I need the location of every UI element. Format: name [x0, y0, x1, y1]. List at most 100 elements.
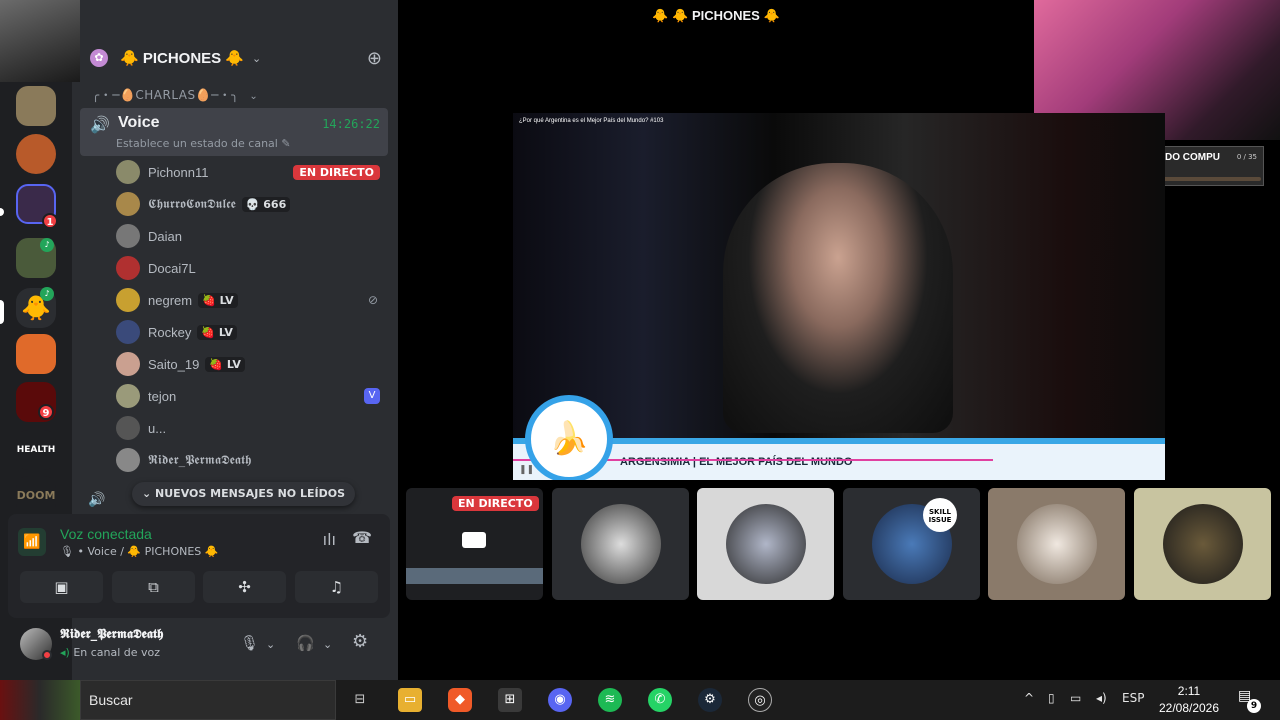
user-name[interactable]: 𝕽𝖎𝖉𝖊𝖗_𝕻𝖊𝖗𝖒𝖆𝕯𝖊𝖆𝖙𝖍	[60, 627, 163, 642]
participant-tile[interactable]	[1134, 488, 1271, 600]
volume-icon[interactable]: ◂)	[1096, 691, 1107, 705]
file-explorer-icon[interactable]: ▭	[398, 688, 422, 712]
speaker-icon: 🔊	[88, 492, 106, 508]
member-name: Saito_19	[148, 356, 200, 372]
usb-icon[interactable]: ▯	[1048, 691, 1055, 705]
screen-share-button[interactable]: ⧉	[112, 571, 195, 603]
guild-header[interactable]: ✿ 🐥 PICHONES 🐥 ⌄ ⊕	[80, 40, 396, 76]
add-user-icon[interactable]: ⊕	[367, 48, 382, 69]
chevron-down-icon[interactable]: ⌄	[252, 52, 261, 65]
participant-tile[interactable]	[697, 488, 834, 600]
banana-logo: 🍌	[525, 395, 613, 480]
search-box[interactable]: Buscar	[80, 680, 336, 720]
clock[interactable]: 2:11 22/08/2026	[1150, 683, 1228, 717]
chevron-down-icon[interactable]: ⌄	[323, 638, 332, 651]
headphones-icon[interactable]: 🎧	[296, 634, 315, 652]
language-indicator[interactable]: ESP	[1122, 691, 1144, 705]
channel-status[interactable]: Establece un estado de canal ✎	[116, 137, 291, 150]
video-title: ¿Por qué Argentina es el Mejor País del …	[519, 118, 664, 124]
voice-member[interactable]: negrem 🍓 LV ⊘	[116, 286, 388, 314]
voice-member[interactable]: Rockey 🍓 LV	[116, 318, 388, 346]
avatar	[116, 160, 140, 184]
network-icon[interactable]: ▭	[1070, 691, 1081, 705]
notification-icon[interactable]: ▤ 9	[1238, 688, 1261, 713]
video-frame	[723, 163, 953, 433]
user-status-label: En canal de voz	[73, 646, 161, 659]
member-name: Docai7L	[148, 260, 196, 276]
voice-member[interactable]: tejon V	[116, 382, 388, 410]
voice-member[interactable]: Saito_19 🍓 LV	[116, 350, 388, 378]
voice-channel[interactable]: 🔊 Voice 14:26:22 Establece un estado de …	[80, 108, 388, 156]
voice-status-title[interactable]: Voz conectada	[60, 526, 152, 542]
voice-member[interactable]: Daian	[116, 222, 388, 250]
steam-icon[interactable]: ⚙	[698, 688, 722, 712]
disconnect-icon[interactable]: ☎	[352, 528, 372, 547]
guild-boost-icon: ✿	[90, 49, 108, 67]
server-icon-doom[interactable]: DOOM	[16, 476, 56, 516]
speaker-icon: ♪	[40, 287, 54, 301]
chevron-down-icon[interactable]: ⌄	[266, 638, 275, 651]
webcam-thumbnail	[0, 680, 80, 720]
voice-member[interactable]: 𝕮𝖍𝖚𝖗𝖗𝖔𝕮𝖔𝖓𝕯𝖚𝖑𝖈𝖊 💀 666	[116, 190, 388, 218]
user-status: ◂) En canal de voz	[60, 646, 160, 659]
goal-count: 0 / 35	[1236, 153, 1257, 161]
whatsapp-icon[interactable]: ✆	[648, 688, 672, 712]
voice-member[interactable]: u...	[116, 414, 388, 442]
server-selected-indicator	[0, 300, 4, 324]
server-icon-health[interactable]: HEALTH	[16, 430, 56, 470]
participant-tile[interactable]	[988, 488, 1125, 600]
stage-title: 🐥 🐥 PICHONES 🐥	[652, 8, 780, 23]
voice-member[interactable]: Pichonn11 EN DIRECTO	[116, 158, 388, 186]
spotify-icon[interactable]: ≋	[598, 688, 622, 712]
live-badge: EN DIRECTO	[452, 496, 539, 511]
member-tag: 🍓 LV	[198, 292, 238, 308]
stream-preview	[406, 568, 543, 584]
obs-icon[interactable]: ◎	[748, 688, 772, 712]
server-indicator	[0, 208, 4, 216]
category-header[interactable]: ╭・─🥚CHARLAS🥚─・╮ ⌄	[92, 86, 258, 103]
stream-video[interactable]: ¿Por qué Argentina es el Mejor País del …	[513, 113, 1165, 480]
noise-suppression-icon[interactable]: ılı	[323, 530, 336, 549]
discord-icon[interactable]: ◉	[548, 688, 572, 712]
search-label: Buscar	[89, 692, 133, 708]
participant-tile[interactable]: SKILL ISSUE	[843, 488, 980, 600]
clock-time: 2:11	[1177, 684, 1201, 698]
member-name: u...	[148, 420, 167, 436]
channel-name: Voice	[118, 114, 160, 131]
play-pause-icon[interactable]: ❚❚	[519, 465, 534, 475]
mention-badge: 1	[42, 213, 58, 229]
member-name: tejon	[148, 388, 177, 404]
voice-member[interactable]: Docai7L	[116, 254, 388, 282]
member-name: Rockey	[148, 324, 192, 340]
server-icon[interactable]	[16, 134, 56, 174]
avatar	[116, 288, 140, 312]
soundboard-button[interactable]: ♫	[295, 571, 378, 603]
signal-icon[interactable]: 📶	[18, 528, 46, 556]
server-icon[interactable]	[16, 86, 56, 126]
webcam-overlay	[0, 0, 80, 82]
avatar	[116, 384, 140, 408]
guild-name: 🐥 PICHONES 🐥	[120, 50, 245, 67]
voice-connected-panel: 📶 Voz conectada 🎙 • Voice / 🐥 PICHONES 🐥…	[8, 514, 390, 618]
participant-tile-stream[interactable]: EN DIRECTO	[406, 488, 543, 600]
gear-icon[interactable]: ⚙	[352, 631, 368, 652]
unread-messages-pill[interactable]: ⌄ NUEVOS MENSAJES NO LEÍDOS	[132, 482, 355, 506]
clock-date: 22/08/2026	[1158, 701, 1220, 715]
notification-count: 9	[1247, 699, 1261, 713]
store-icon[interactable]: ⊞	[498, 688, 522, 712]
participant-tile[interactable]	[552, 488, 689, 600]
camera-button[interactable]: ▣	[20, 571, 103, 603]
task-view-icon[interactable]: ⊟	[348, 688, 372, 712]
tray-chevron-icon[interactable]: ^	[1024, 691, 1034, 705]
avatar	[116, 256, 140, 280]
lower-third-text: ARGENSIMIA | EL MEJOR PAÍS DEL MUNDO	[620, 456, 853, 468]
status-indicator	[42, 650, 52, 660]
member-tag: 🍓 LV	[197, 324, 237, 340]
brave-icon[interactable]: ◆	[448, 688, 472, 712]
microphone-icon[interactable]: 🎙	[240, 634, 259, 652]
server-icon[interactable]	[16, 334, 56, 374]
activities-button[interactable]: ✣	[203, 571, 286, 603]
speaker-icon: ◂)	[60, 646, 70, 659]
voice-member[interactable]: 𝕽𝖎𝖉𝖊𝖗_𝕻𝖊𝖗𝖒𝖆𝕯𝖊𝖆𝖙𝖍	[116, 446, 388, 474]
member-name: 𝕮𝖍𝖚𝖗𝖗𝖔𝕮𝖔𝖓𝕯𝖚𝖑𝖈𝖊	[148, 196, 236, 212]
